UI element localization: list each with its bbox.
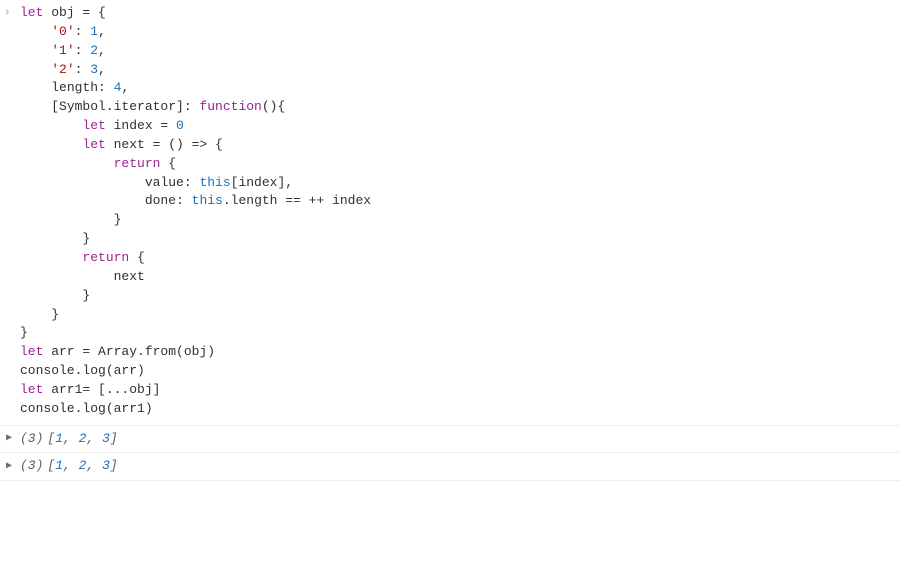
- devtools-console: › let obj = { '0': 1, '1': 2, '2': 3, le…: [0, 0, 900, 481]
- array-preview: [1, 2, 3]: [47, 457, 117, 476]
- code-snippet: let obj = { '0': 1, '1': 2, '2': 3, leng…: [20, 4, 900, 419]
- expand-icon[interactable]: ▶: [6, 460, 12, 475]
- number-literal: 2: [90, 43, 98, 58]
- array-preview: [1, 2, 3]: [47, 430, 117, 449]
- prop-key: done:: [145, 193, 192, 208]
- bracket-close: ]: [110, 431, 118, 446]
- code-text: :: [75, 62, 91, 77]
- code-text: :: [75, 43, 91, 58]
- indent: [20, 193, 145, 208]
- string-literal: '1': [51, 43, 74, 58]
- code-text: :: [98, 80, 114, 95]
- code-text: (){: [262, 99, 285, 114]
- indent: [20, 307, 51, 322]
- comma: ,: [98, 62, 106, 77]
- array-value: 3: [102, 458, 110, 473]
- string-literal: '2': [51, 62, 74, 77]
- array-value: 1: [55, 458, 63, 473]
- indent: [20, 118, 82, 133]
- indent: [20, 24, 51, 39]
- code-text: arr1= [...obj]: [43, 382, 160, 397]
- code-text: next = () => {: [106, 137, 223, 152]
- number-literal: 3: [90, 62, 98, 77]
- array-length: (3): [20, 430, 43, 449]
- indent: [20, 250, 82, 265]
- indent: [20, 175, 145, 190]
- array-length: (3): [20, 457, 43, 476]
- brace: }: [20, 325, 28, 340]
- comma: ,: [98, 24, 106, 39]
- code-text: console.log(arr1): [20, 401, 153, 416]
- console-output-row[interactable]: ▶ (3) [1, 2, 3]: [0, 426, 900, 454]
- brace: }: [82, 231, 90, 246]
- code-text: arr = Array.from(obj): [43, 344, 215, 359]
- keyword-let: let: [20, 382, 43, 397]
- keyword-let: let: [82, 137, 105, 152]
- indent: [20, 156, 114, 171]
- keyword-function: function: [199, 99, 261, 114]
- code-text: {: [129, 250, 145, 265]
- bracket-close: ]: [110, 458, 118, 473]
- array-value: 1: [55, 431, 63, 446]
- indent: [20, 62, 51, 77]
- comma: ,: [121, 80, 129, 95]
- indent: [20, 231, 82, 246]
- keyword-let: let: [20, 344, 43, 359]
- chevron-right-icon: ›: [4, 6, 11, 22]
- keyword-return: return: [82, 250, 129, 265]
- brace: }: [114, 212, 122, 227]
- code-text: :: [75, 24, 91, 39]
- indent: [20, 288, 82, 303]
- indent: [20, 80, 51, 95]
- code-text: [index],: [231, 175, 293, 190]
- array-value: 3: [102, 431, 110, 446]
- code-text: {: [160, 156, 176, 171]
- number-literal: 0: [176, 118, 184, 133]
- code-text: [Symbol.iterator]:: [51, 99, 199, 114]
- console-output-row[interactable]: ▶ (3) [1, 2, 3]: [0, 453, 900, 481]
- console-input-block[interactable]: › let obj = { '0': 1, '1': 2, '2': 3, le…: [0, 4, 900, 426]
- indent: [20, 137, 82, 152]
- brace: }: [82, 288, 90, 303]
- keyword-this: this: [192, 193, 223, 208]
- prop-key: value:: [145, 175, 200, 190]
- indent: [20, 99, 51, 114]
- keyword-this: this: [199, 175, 230, 190]
- string-literal: '0': [51, 24, 74, 39]
- keyword-return: return: [114, 156, 161, 171]
- brace: }: [51, 307, 59, 322]
- sep: ,: [86, 431, 102, 446]
- code-text: obj = {: [43, 5, 105, 20]
- code-text: next: [114, 269, 145, 284]
- keyword-let: let: [20, 5, 43, 20]
- code-text: console.log(arr): [20, 363, 145, 378]
- prop-key: length: [51, 80, 98, 95]
- keyword-let: let: [82, 118, 105, 133]
- indent: [20, 43, 51, 58]
- number-literal: 1: [90, 24, 98, 39]
- sep: ,: [63, 431, 79, 446]
- comma: ,: [98, 43, 106, 58]
- sep: ,: [63, 458, 79, 473]
- indent: [20, 212, 114, 227]
- code-text: .length == ++ index: [223, 193, 371, 208]
- expand-icon[interactable]: ▶: [6, 432, 12, 447]
- code-text: index =: [106, 118, 176, 133]
- indent: [20, 269, 114, 284]
- sep: ,: [86, 458, 102, 473]
